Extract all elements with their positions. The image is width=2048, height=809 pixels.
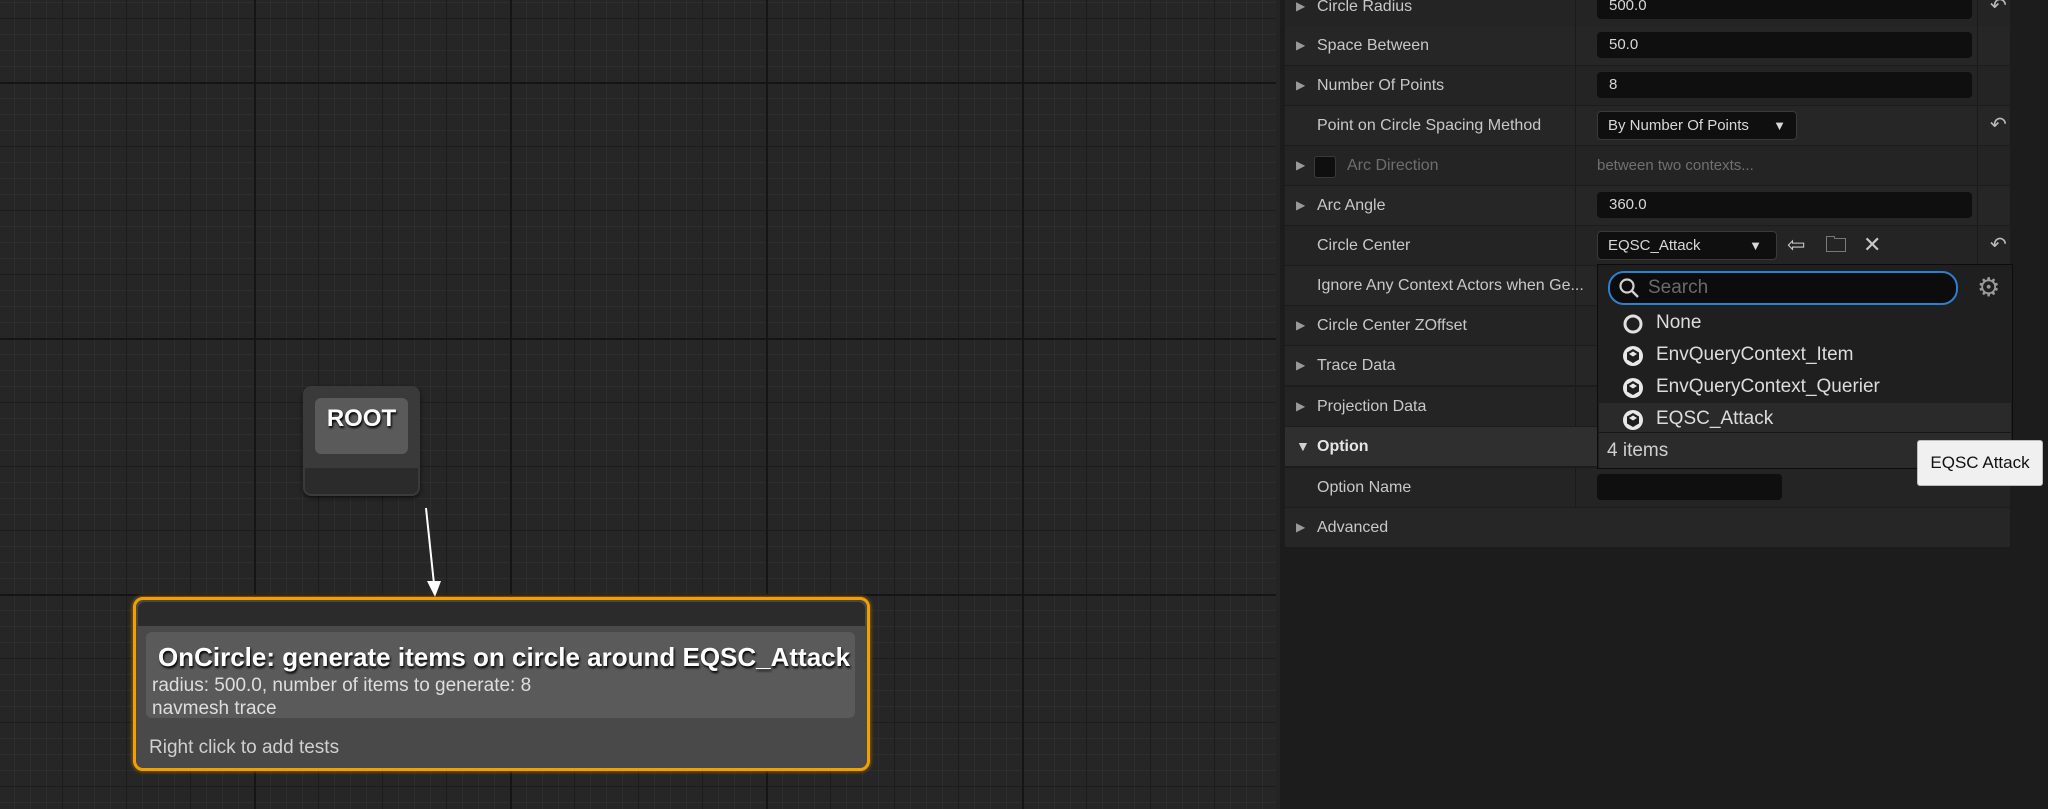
- chevron-down-icon: ▼: [1749, 238, 1762, 253]
- generator-desc-line2: navmesh trace: [152, 698, 277, 719]
- list-item-envquerycontext-querier[interactable]: EnvQueryContext_Querier: [1599, 371, 2011, 403]
- expand-arrow-icon[interactable]: ▶: [1296, 26, 1305, 65]
- generator-input-pin[interactable]: [138, 602, 865, 626]
- property-label: Trace Data: [1317, 357, 1396, 374]
- property-label: Option Name: [1317, 479, 1412, 496]
- property-label: Number Of Points: [1317, 77, 1445, 94]
- row-arc-direction: ▶ Arc Direction between two contexts...: [1285, 146, 2010, 185]
- list-item-none[interactable]: None: [1599, 307, 2011, 339]
- property-label: Circle Center ZOffset: [1317, 317, 1467, 334]
- generator-desc-line1: radius: 500.0, number of items to genera…: [152, 675, 532, 696]
- use-selected-icon[interactable]: ⇦: [1787, 232, 1805, 258]
- blueprint-class-icon: [1623, 410, 1643, 430]
- row-spacing-method: Point on Circle Spacing Method By Number…: [1285, 106, 2010, 145]
- circle-center-value: EQSC_Attack: [1608, 237, 1701, 254]
- property-label: Ignore Any Context Actors when Ge...: [1317, 277, 1584, 294]
- root-node-label: ROOT: [315, 398, 408, 454]
- blueprint-class-icon: [1623, 346, 1643, 366]
- arc-direction-value: between two contexts...: [1597, 157, 1754, 174]
- property-label: Circle Center: [1317, 237, 1411, 254]
- property-label: Projection Data: [1317, 398, 1427, 415]
- row-circle-center: Circle Center EQSC_Attack ▼ ⇦ 🗀 ✕ ↶: [1285, 226, 2010, 265]
- expand-arrow-icon[interactable]: ▶: [1296, 387, 1305, 426]
- property-label: Space Between: [1317, 37, 1430, 54]
- clear-icon[interactable]: ✕: [1863, 232, 1881, 258]
- generator-node[interactable]: OnCircle: generate items on circle aroun…: [133, 597, 870, 771]
- circle-radius-input[interactable]: 500.0: [1597, 0, 1972, 19]
- search-placeholder: Search: [1648, 277, 1709, 298]
- row-circle-radius: ▶ Circle Radius 500.0 ↶: [1285, 0, 2010, 26]
- arc-direction-checkbox[interactable]: [1314, 156, 1336, 178]
- row-number-of-points: ▶ Number Of Points 8: [1285, 66, 2010, 105]
- generator-hint: Right click to add tests: [149, 737, 340, 758]
- reset-to-default-icon[interactable]: ↶: [1990, 226, 2007, 265]
- generator-description: radius: 500.0, number of items to genera…: [152, 674, 531, 720]
- expand-arrow-icon[interactable]: ▶: [1296, 146, 1305, 185]
- circle-center-dropdown[interactable]: EQSC_Attack ▼: [1597, 231, 1777, 260]
- search-input[interactable]: Search: [1608, 271, 1958, 305]
- expand-arrow-icon[interactable]: ▶: [1296, 306, 1305, 345]
- reset-to-default-icon[interactable]: ↶: [1990, 106, 2007, 145]
- tooltip: EQSC Attack: [1917, 440, 2043, 486]
- chevron-down-icon: ▼: [1773, 118, 1786, 133]
- expand-arrow-icon[interactable]: ▶: [1296, 346, 1305, 385]
- expand-arrow-icon[interactable]: ▶: [1296, 0, 1305, 26]
- blueprint-class-icon: [1623, 378, 1643, 398]
- option-name-input[interactable]: [1597, 474, 1782, 500]
- row-advanced: ▶ Advanced: [1285, 508, 2010, 547]
- property-label: Arc Angle: [1317, 197, 1386, 214]
- reset-to-default-icon[interactable]: ↶: [1990, 0, 2007, 26]
- list-item-label: EQSC_Attack: [1656, 408, 1774, 429]
- number-of-points-input[interactable]: 8: [1597, 72, 1972, 98]
- none-circle-icon: [1623, 314, 1643, 334]
- expand-arrow-icon[interactable]: ▶: [1296, 508, 1305, 547]
- row-space-between: ▶ Space Between 50.0: [1285, 26, 2010, 65]
- property-label: Arc Direction: [1347, 157, 1439, 174]
- list-item-eqsc-attack[interactable]: EQSC_Attack: [1599, 403, 2011, 435]
- property-label: Point on Circle Spacing Method: [1317, 117, 1542, 134]
- list-item-label: None: [1656, 312, 1702, 333]
- browse-folder-icon[interactable]: 🗀: [1825, 232, 1847, 258]
- section-label: Option: [1317, 438, 1369, 455]
- class-picker-dropdown: Search ⚙ None EnvQueryContext_Item EnvQu…: [1597, 264, 2013, 469]
- property-label: Circle Radius: [1317, 0, 1413, 15]
- spacing-method-value: By Number Of Points: [1608, 117, 1749, 134]
- root-output-pin[interactable]: [305, 468, 418, 494]
- generator-title: OnCircle: generate items on circle aroun…: [158, 642, 851, 672]
- spacing-method-dropdown[interactable]: By Number Of Points ▼: [1597, 111, 1797, 140]
- expand-arrow-icon[interactable]: ▶: [1296, 66, 1305, 105]
- search-icon: [1619, 278, 1639, 298]
- list-item-label: EnvQueryContext_Item: [1656, 344, 1854, 365]
- item-count-text: 4 items: [1607, 440, 1669, 461]
- gear-icon[interactable]: ⚙: [1977, 271, 2000, 303]
- expand-arrow-icon[interactable]: ▶: [1296, 186, 1305, 225]
- property-label: Advanced: [1317, 519, 1389, 536]
- list-item-label: EnvQueryContext_Querier: [1656, 376, 1880, 397]
- row-arc-angle: ▶ Arc Angle 360.0: [1285, 186, 2010, 225]
- root-node[interactable]: ROOT: [303, 386, 420, 496]
- row-option-name: Option Name: [1285, 468, 2010, 507]
- list-item-envquerycontext-item[interactable]: EnvQueryContext_Item: [1599, 339, 2011, 371]
- collapse-arrow-icon[interactable]: ▼: [1296, 427, 1310, 466]
- space-between-input[interactable]: 50.0: [1597, 32, 1972, 58]
- arc-angle-input[interactable]: 360.0: [1597, 192, 1972, 218]
